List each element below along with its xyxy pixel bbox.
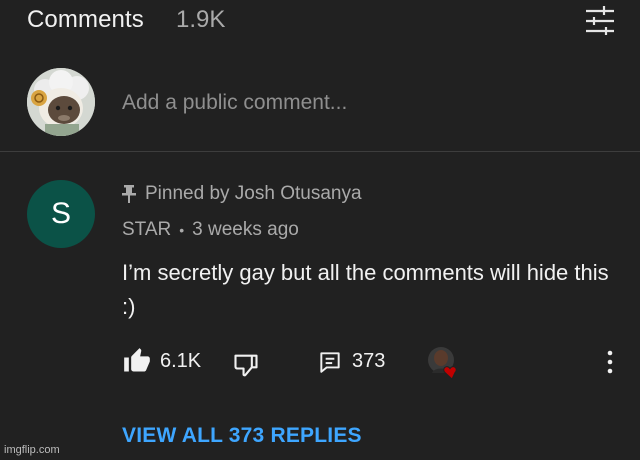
like-button[interactable] <box>123 347 151 375</box>
sort-comments-button[interactable] <box>582 4 618 36</box>
sort-sliders-icon <box>586 6 614 35</box>
avatar-letter: S <box>50 197 71 230</box>
dislike-button[interactable] <box>232 351 260 379</box>
reply-count: 373 <box>352 350 386 372</box>
reply-button[interactable] <box>317 349 343 375</box>
pinned-comment: S Pinned by Josh Otusanya STAR • 3 weeks… <box>0 160 640 460</box>
comments-count: 1.9K <box>176 6 226 33</box>
add-comment-input[interactable] <box>122 88 602 118</box>
view-replies-link[interactable]: VIEW ALL 373 REPLIES <box>122 424 362 448</box>
reply-comment-icon <box>320 352 340 373</box>
thumbs-up-icon <box>124 348 150 372</box>
comment-author[interactable]: STAR <box>122 219 171 241</box>
add-comment-row <box>0 62 640 148</box>
comment-time[interactable]: 3 weeks ago <box>192 219 299 241</box>
comment-text: I’m secretly gay but all the comments wi… <box>122 260 609 319</box>
creator-heart-icon <box>428 347 457 380</box>
comments-title: Comments <box>27 6 144 33</box>
comments-header: Comments 1.9K <box>0 0 640 44</box>
pin-icon <box>122 185 136 203</box>
pinned-label: Pinned by Josh Otusanya <box>122 182 362 206</box>
pinned-by-text: Pinned by Josh Otusanya <box>145 183 362 204</box>
commenter-avatar[interactable]: S <box>27 180 95 248</box>
comment-actions: 6.1K 373 <box>0 345 640 381</box>
more-vertical-icon <box>607 350 613 374</box>
meta-separator: • <box>179 222 185 238</box>
like-count: 6.1K <box>160 350 202 372</box>
sheep-avatar <box>27 68 95 136</box>
comment-meta: STAR • 3 weeks ago <box>122 219 299 241</box>
user-avatar[interactable] <box>27 68 95 136</box>
more-options-button[interactable] <box>598 347 622 377</box>
watermark: imgflip.com <box>4 444 60 456</box>
thumbs-down-icon <box>234 354 258 377</box>
creator-heart-badge <box>426 345 462 381</box>
divider <box>0 151 640 152</box>
